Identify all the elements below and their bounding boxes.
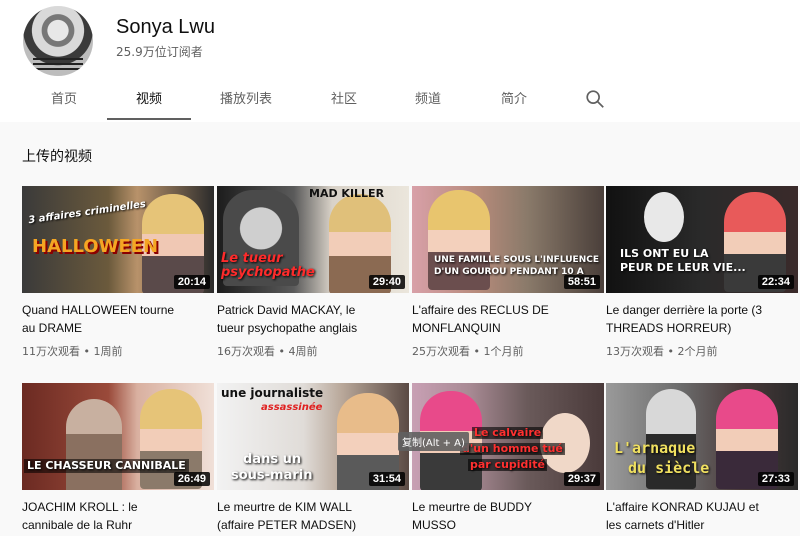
- tab-channels[interactable]: 频道: [400, 82, 456, 120]
- thumbnail-caption: D'UN GOUROU PENDANT 10 A: [434, 267, 584, 277]
- video-title-line: THREADS HORREUR): [606, 321, 732, 335]
- tab-videos[interactable]: 视频: [107, 82, 191, 120]
- video-duration: 20:14: [173, 275, 210, 289]
- video-title-line: au DRAME: [22, 321, 83, 335]
- thumbnail-caption: L'arnaque: [614, 439, 696, 457]
- avatar-stripe: [33, 63, 83, 65]
- thumbnail-caption: MAD KILLER: [309, 187, 385, 200]
- video-card[interactable]: ILS ONT EU LA PEUR DE LEUR VIE... 22:34 …: [606, 186, 798, 359]
- video-thumbnail[interactable]: LE CHASSEUR CANNIBALE 26:49: [22, 383, 214, 490]
- video-meta: 13万次观看 • 2个月前: [606, 345, 718, 358]
- video-title[interactable]: Quand HALLOWEEN tourne au DRAME: [22, 301, 214, 337]
- thumbnail-caption: du siècle: [628, 459, 710, 477]
- thumbnail-caption: dans un: [243, 452, 302, 467]
- search-icon[interactable]: [584, 88, 606, 110]
- video-title[interactable]: Le danger derrière la porte (3 THREADS HO…: [606, 301, 798, 337]
- thumbnail-caption: par cupidité: [468, 458, 547, 471]
- video-duration: 27:33: [757, 472, 794, 486]
- video-duration: 26:49: [173, 472, 210, 486]
- video-duration: 29:40: [368, 275, 405, 289]
- video-card[interactable]: une journaliste assassinée dans un sous-…: [217, 383, 409, 534]
- video-duration: 29:37: [563, 472, 600, 486]
- avatar-stripe: [33, 68, 83, 70]
- video-card[interactable]: Le calvaire d'un homme tué par cupidité …: [412, 383, 604, 534]
- video-title-line: Le meurtre de BUDDY: [412, 500, 533, 514]
- video-title-line: tueur psychopathe anglais: [217, 321, 358, 335]
- video-title-line: (affaire PETER MADSEN): [217, 518, 357, 532]
- subscriber-count: 25.9万位订阅者: [116, 45, 203, 59]
- video-card[interactable]: 3 affaires criminelles HALLOWEEN 20:14 Q…: [22, 186, 214, 359]
- thumbnail-person: [644, 192, 684, 242]
- thumbnail-caption: assassinée: [261, 402, 323, 413]
- video-card[interactable]: L'arnaque du siècle 27:33 L'affaire KONR…: [606, 383, 798, 534]
- thumbnail-caption: UNE FAMILLE SOUS L'INFLUENCE: [434, 255, 599, 265]
- video-meta: 16万次观看 • 4周前: [217, 345, 318, 358]
- tab-home[interactable]: 首页: [36, 82, 92, 120]
- channel-tabs: 首页 视频 播放列表 社区 频道 简介: [0, 82, 800, 122]
- thumbnail-caption: HALLOWEEN: [32, 236, 159, 257]
- avatar-stripe: [33, 58, 83, 60]
- video-duration: 58:51: [563, 275, 600, 289]
- video-title-line: les carnets d'Hitler: [606, 518, 705, 532]
- video-title-line: JOACHIM KROLL : le: [22, 500, 138, 514]
- video-card[interactable]: LE CHASSEUR CANNIBALE 26:49 JOACHIM KROL…: [22, 383, 214, 534]
- video-card[interactable]: UNE FAMILLE SOUS L'INFLUENCE D'UN GOUROU…: [412, 186, 604, 359]
- video-title[interactable]: Le meurtre de BUDDY MUSSO: [412, 498, 604, 534]
- thumbnail-person: [66, 399, 122, 490]
- video-thumbnail[interactable]: 3 affaires criminelles HALLOWEEN 20:14: [22, 186, 214, 293]
- channel-name: Sonya Lwu: [116, 16, 215, 38]
- thumbnail-caption: une journaliste: [221, 386, 324, 400]
- video-title[interactable]: Le meurtre de KIM WALL (affaire PETER MAD…: [217, 498, 409, 534]
- tab-playlists[interactable]: 播放列表: [210, 82, 282, 120]
- section-title: 上传的视频: [22, 149, 92, 165]
- video-duration: 22:34: [757, 275, 794, 289]
- video-title-line: Patrick David MACKAY, le: [217, 303, 356, 317]
- video-title-line: Le danger derrière la porte (3: [606, 303, 763, 317]
- thumbnail-caption: sous-marin: [231, 468, 313, 483]
- tooltip: 复制(Alt + A): [398, 432, 469, 451]
- channel-avatar[interactable]: [23, 6, 93, 76]
- video-meta: 11万次观看 • 1周前: [22, 345, 123, 358]
- video-card[interactable]: MAD KILLER Le tueur psychopathe 29:40 Pa…: [217, 186, 409, 359]
- video-title[interactable]: L'affaire des RECLUS DE MONFLANQUIN: [412, 301, 604, 337]
- thumbnail-caption: d'un homme tué: [460, 442, 565, 455]
- thumbnail-caption: LE CHASSEUR CANNIBALE: [24, 459, 189, 473]
- video-meta: 25万次观看 • 1个月前: [412, 345, 524, 358]
- video-thumbnail[interactable]: L'arnaque du siècle 27:33: [606, 383, 798, 490]
- thumbnail-caption: Le tueur psychopathe: [221, 251, 315, 280]
- video-title-line: Quand HALLOWEEN tourne: [22, 303, 175, 317]
- video-title-line: Le meurtre de KIM WALL: [217, 500, 352, 514]
- video-title-line: L'affaire KONRAD KUJAU et: [606, 500, 759, 514]
- video-title[interactable]: JOACHIM KROLL : le cannibale de la Ruhr: [22, 498, 214, 534]
- video-duration: 31:54: [368, 472, 405, 486]
- thumbnail-caption: ILS ONT EU LA: [620, 247, 709, 260]
- video-title-line: MONFLANQUIN: [412, 321, 501, 335]
- tab-about[interactable]: 简介: [486, 82, 542, 120]
- thumbnail-caption: PEUR DE LEUR VIE...: [620, 261, 746, 274]
- tab-community[interactable]: 社区: [316, 82, 372, 120]
- video-title-line: MUSSO: [412, 518, 457, 532]
- video-title[interactable]: Patrick David MACKAY, le tueur psychopath…: [217, 301, 409, 337]
- video-title-line: cannibale de la Ruhr: [22, 518, 133, 532]
- video-thumbnail[interactable]: ILS ONT EU LA PEUR DE LEUR VIE... 22:34: [606, 186, 798, 293]
- video-title-line: L'affaire des RECLUS DE: [412, 303, 549, 317]
- video-title[interactable]: L'affaire KONRAD KUJAU et les carnets d'H…: [606, 498, 798, 534]
- video-thumbnail[interactable]: MAD KILLER Le tueur psychopathe 29:40: [217, 186, 409, 293]
- video-thumbnail[interactable]: UNE FAMILLE SOUS L'INFLUENCE D'UN GOUROU…: [412, 186, 604, 293]
- video-thumbnail[interactable]: une journaliste assassinée dans un sous-…: [217, 383, 409, 490]
- thumbnail-caption: Le calvaire: [472, 426, 544, 439]
- channel-header: Sonya Lwu 25.9万位订阅者 首页 视频 播放列表 社区 频道 简介: [0, 0, 800, 122]
